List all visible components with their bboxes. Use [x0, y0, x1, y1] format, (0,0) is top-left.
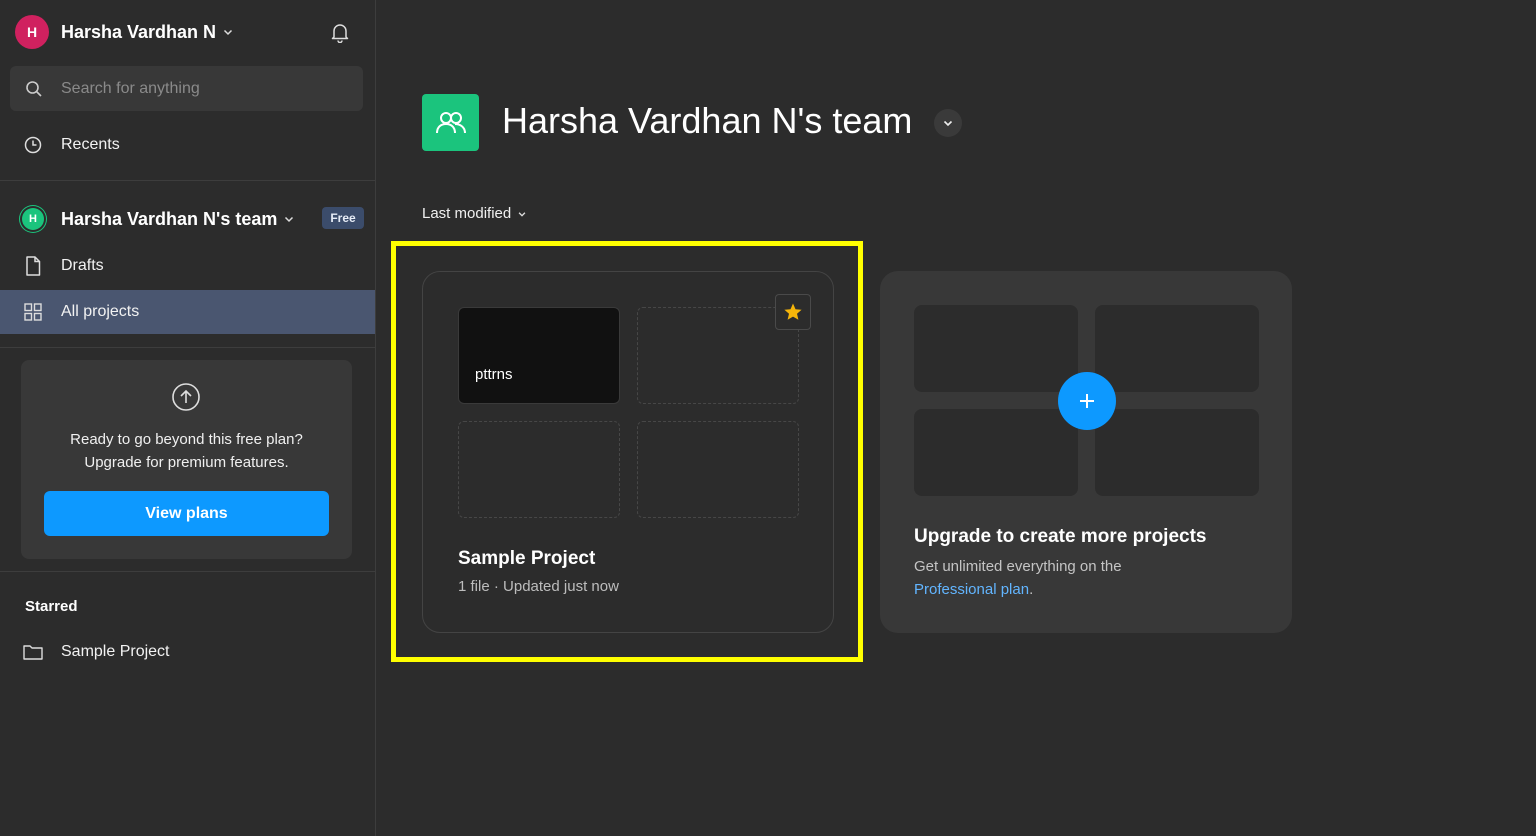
- people-icon: [435, 111, 466, 133]
- team-avatar: H: [22, 208, 44, 230]
- chevron-down-icon: [517, 209, 527, 219]
- notification-bell-icon[interactable]: [328, 20, 352, 44]
- plan-badge: Free: [322, 207, 364, 229]
- team-switcher[interactable]: H Harsha Vardhan N's team: [22, 206, 295, 232]
- upgrade-card-description: Get unlimited everything on the Professi…: [914, 555, 1254, 601]
- divider: [0, 571, 375, 572]
- placeholder-tile: [914, 305, 1078, 392]
- sidebar: H Harsha Vardhan N Recents H Harsha Vard…: [0, 0, 376, 836]
- create-project-button[interactable]: [1058, 372, 1116, 430]
- chevron-down-icon: [283, 213, 295, 225]
- sidebar-item-all-projects[interactable]: All projects: [0, 290, 375, 334]
- sort-label: Last modified: [422, 205, 512, 222]
- placeholder-tile: [1095, 409, 1259, 496]
- upgrade-card[interactable]: Upgrade to create more projects Get unli…: [880, 271, 1292, 633]
- team-name: Harsha Vardhan N's team: [61, 208, 278, 229]
- placeholder-tile: [1095, 305, 1259, 392]
- upgrade-line-1: Ready to go beyond this free plan?: [70, 431, 303, 448]
- divider: [0, 180, 375, 181]
- placeholder-tile: [914, 409, 1078, 496]
- chevron-down-icon: [222, 26, 234, 38]
- folder-icon: [22, 641, 44, 663]
- sidebar-item-drafts[interactable]: Drafts: [0, 244, 375, 288]
- sidebar-item-label: Recents: [61, 136, 120, 153]
- sidebar-item-label: Sample Project: [61, 643, 170, 660]
- starred-item-sample-project[interactable]: Sample Project: [0, 630, 375, 674]
- chevron-down-icon: [943, 120, 953, 127]
- upgrade-line-2: Upgrade for premium features.: [84, 454, 289, 471]
- page-title: Harsha Vardhan N's team: [502, 100, 913, 141]
- view-plans-button[interactable]: View plans: [44, 491, 329, 536]
- upgrade-panel: Ready to go beyond this free plan? Upgra…: [21, 360, 352, 559]
- file-icon: [22, 255, 44, 277]
- team-icon: [422, 94, 479, 151]
- team-menu-button[interactable]: [934, 109, 962, 137]
- upgrade-card-desc-suffix: .: [1029, 581, 1034, 598]
- upgrade-card-title: Upgrade to create more projects: [914, 526, 1207, 547]
- professional-plan-link[interactable]: Professional plan: [914, 581, 1029, 598]
- clock-icon: [22, 134, 44, 156]
- upgrade-card-desc-line: Get unlimited everything on the: [914, 558, 1122, 575]
- avatar: H: [15, 15, 49, 49]
- starred-heading: Starred: [25, 598, 78, 615]
- search-icon: [24, 79, 44, 99]
- arrow-up-circle-icon: [171, 382, 201, 412]
- sidebar-item-label: All projects: [61, 303, 140, 320]
- upgrade-message: Ready to go beyond this free plan? Upgra…: [21, 428, 352, 474]
- sidebar-item-label: Drafts: [61, 257, 104, 274]
- plus-icon: [1080, 394, 1094, 408]
- user-menu[interactable]: H Harsha Vardhan N: [15, 15, 234, 49]
- selection-highlight: [391, 241, 863, 662]
- sidebar-item-recents[interactable]: Recents: [0, 123, 375, 167]
- sort-dropdown[interactable]: Last modified: [422, 205, 527, 222]
- search-bar: [10, 66, 363, 111]
- grid-icon: [22, 301, 44, 323]
- search-input[interactable]: [61, 79, 341, 98]
- divider: [0, 347, 375, 348]
- user-name: Harsha Vardhan N: [61, 21, 217, 42]
